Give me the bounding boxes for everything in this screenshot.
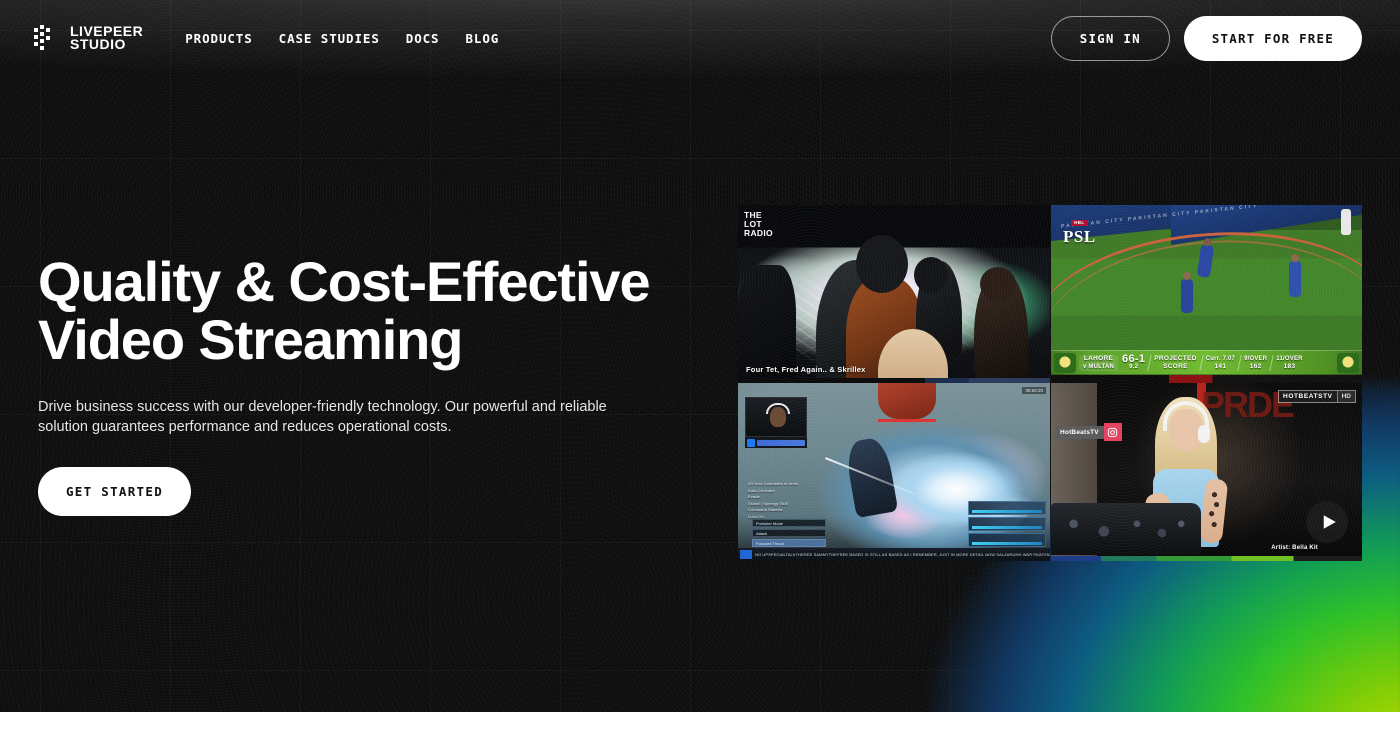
nav-link-products[interactable]: PRODUCTS — [185, 31, 252, 46]
scorebar-score: 66-1 9.2 — [1118, 352, 1149, 371]
game-command-item-selected: Focused Thrust — [752, 539, 826, 547]
nav-link-case-studies[interactable]: CASE STUDIES — [279, 31, 380, 46]
game-boss-health-bar — [878, 419, 936, 422]
scorebar-nine-over-value: 162 — [1249, 362, 1262, 370]
streamer-webcam — [745, 397, 807, 437]
game-command-item: Punisher Mode — [752, 519, 826, 527]
video-tile-concert[interactable]: THE LOT RADIO Four Tet, Fred Again.. & S… — [738, 205, 1050, 383]
page-title: Quality & Cost-Effective Video Streaming — [38, 253, 678, 369]
game-party-member — [968, 533, 1046, 547]
dot-matrix-icon — [34, 25, 60, 51]
scorebar-current-rate-label: Curr. 7.07 — [1205, 355, 1236, 362]
dj-bottom-strip — [1051, 556, 1362, 561]
hero-subcopy: Drive business success with our develope… — [38, 399, 607, 435]
psl-logo-word: PSL — [1063, 227, 1096, 246]
brand-logo[interactable]: LIVEPEER STUDIO — [34, 24, 143, 52]
cricket-bottom-strip — [1051, 375, 1362, 383]
lot-radio-logo-line3: RADIO — [744, 228, 773, 238]
top-navigation-bar: LIVEPEER STUDIO PRODUCTS CASE STUDIES DO… — [0, 0, 1400, 76]
page-below-fold — [0, 712, 1400, 744]
page-title-line2: Video Streaming — [38, 308, 463, 371]
scorebar-eleven-over: 11/OVER 183 — [1272, 355, 1306, 371]
nav-link-blog[interactable]: BLOG — [465, 31, 499, 46]
scorebar-current-rate: Curr. 7.07 141 — [1202, 355, 1239, 371]
game-party-status — [968, 501, 1046, 549]
concert-figure-head — [914, 257, 948, 293]
psl-logo-tag: HBL — [1071, 219, 1088, 226]
streamer-nameplate — [745, 437, 807, 448]
scorebar-current-rate-value: 141 — [1214, 362, 1227, 370]
page-title-line1: Quality & Cost-Effective — [38, 250, 651, 313]
game-stream-clock: 08:56:20 — [1022, 387, 1046, 394]
game-command-menu: Punisher Mode Attack Focused Thrust — [752, 519, 826, 547]
video-showcase-grid: THE LOT RADIO Four Tet, Fred Again.. & S… — [738, 205, 1362, 561]
video-tile-cricket[interactable]: PAKISTAN CITY PAKISTAN CITY PAKISTAN CIT… — [1051, 205, 1362, 383]
cricket-umpire — [1341, 209, 1351, 235]
play-icon — [1323, 515, 1336, 529]
dj-caption: Artist: Bella Kit — [1271, 545, 1318, 551]
cricket-scorebar: LAHORE v MULTAN 66-1 9.2 PROJECTED SCORE — [1051, 350, 1362, 375]
scorebar-eleven-over-label: 11/OVER — [1276, 355, 1303, 362]
game-party-member — [968, 501, 1046, 515]
ticker-logo-icon — [740, 550, 752, 559]
concert-figure-head — [856, 235, 908, 293]
ticker-text: NO UPSPECIALTALKTHEREE SAMMYTHEFREE BASE… — [755, 552, 1050, 557]
streamer-headphones-icon — [766, 403, 790, 414]
start-for-free-button[interactable]: START FOR FREE — [1183, 15, 1362, 61]
scorebar-opponent: v MULTAN — [1083, 363, 1115, 370]
concert-figure-head — [980, 267, 1016, 301]
cricket-player — [1289, 254, 1301, 297]
game-command-item: Attack — [752, 529, 826, 537]
scorebar-projected-label: PROJECTED SCORE — [1150, 355, 1200, 371]
dj-mixer-deck — [1051, 503, 1201, 555]
get-started-button[interactable]: GET STARTED — [38, 467, 191, 516]
cricket-crest-icon — [1054, 352, 1076, 373]
hotbeatstv-watermark: HOTBEATSTV HD — [1278, 390, 1356, 403]
scorebar-score-value: 66-1 — [1122, 352, 1146, 365]
video-tile-game-stream[interactable]: All Your Comrades in Arms Auto-Chocobo E… — [738, 383, 1050, 561]
scorebar-team-name: LAHORE — [1083, 354, 1114, 362]
hotbeatstv-watermark-name: HOTBEATSTV — [1279, 391, 1337, 402]
play-button[interactable] — [1306, 501, 1348, 543]
lot-radio-logo: THE LOT RADIO — [744, 211, 773, 238]
sign-in-button[interactable]: SIGN IN — [1050, 15, 1170, 61]
brand-wordmark-line2: STUDIO — [70, 36, 126, 52]
psl-logo: HBL PSL — [1063, 211, 1096, 245]
game-chat-ticker: NO UPSPECIALTALKTHEREE SAMMYTHEFREE BASE… — [738, 548, 1050, 561]
nav-action-buttons: SIGN IN START FOR FREE — [1050, 15, 1362, 61]
cricket-player — [1181, 272, 1193, 313]
scorebar-projected-line1: PROJECTED — [1154, 354, 1197, 362]
hero-copy-block: Quality & Cost-Effective Video Streaming… — [38, 253, 678, 516]
game-boss-monster — [878, 383, 936, 419]
brand-wordmark: LIVEPEER STUDIO — [70, 24, 143, 52]
hotbeatstv-social-tag: HotBeatsTV — [1055, 423, 1122, 441]
instagram-icon — [1103, 423, 1122, 441]
scorebar-nine-over: 9/OVER 162 — [1240, 355, 1271, 371]
hero-section: LIVEPEER STUDIO PRODUCTS CASE STUDIES DO… — [0, 0, 1400, 712]
scorebar-projected-line2: SCORE — [1163, 362, 1188, 370]
facebook-icon — [747, 438, 755, 447]
scorebar-eleven-over-value: 183 — [1283, 362, 1296, 370]
game-party-member — [968, 517, 1046, 531]
page-root: LIVEPEER STUDIO PRODUCTS CASE STUDIES DO… — [0, 0, 1400, 744]
scorebar-team: LAHORE v MULTAN — [1079, 354, 1119, 371]
primary-nav-links: PRODUCTS CASE STUDIES DOCS BLOG — [185, 31, 499, 46]
streamer-name — [757, 439, 805, 446]
hd-quality-badge: HD — [1336, 391, 1355, 402]
scorebar-nine-over-label: 9/OVER — [1244, 355, 1268, 362]
cricket-crest-icon — [1337, 352, 1359, 373]
concert-caption: Four Tet, Fred Again.. & Skrillex — [746, 365, 866, 374]
video-tile-dj[interactable]: PRDE HOTBEATSTV HD HotBeatsTV Artist: Be… — [1051, 383, 1362, 561]
hotbeatstv-handle: HotBeatsTV — [1055, 425, 1104, 439]
scorebar-overs: 9.2 — [1129, 363, 1139, 370]
nav-link-docs[interactable]: DOCS — [406, 31, 440, 46]
